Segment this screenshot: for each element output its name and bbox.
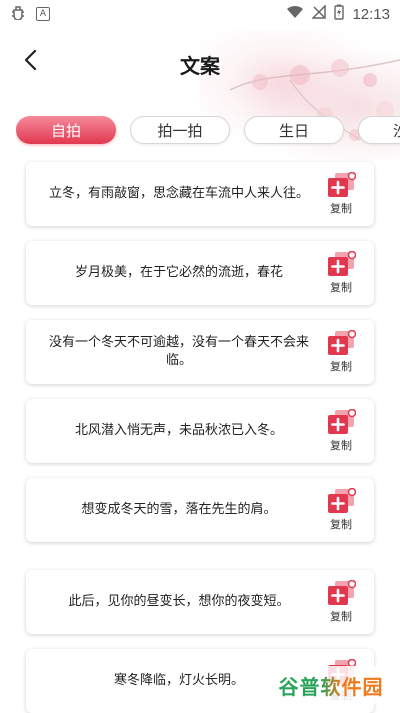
- caption-text: 立冬，有雨敲窗，思念藏在车流中人来人往。: [48, 186, 309, 201]
- caption-text: 此后，见你的昼变长，想你的夜变短。: [68, 594, 290, 609]
- caption-card: 立冬，有雨敲窗，思念藏在车流中人来人往。 复制: [26, 162, 374, 226]
- caption-text: 北风潜入悄无声，未品秋浓已入冬。: [74, 423, 283, 438]
- status-time: 12:13: [352, 5, 390, 23]
- copy-icon: [328, 488, 356, 513]
- caption-text: 岁月极美，在于它必然的流逝，春花: [74, 265, 283, 280]
- copy-icon: [328, 172, 356, 197]
- copy-button[interactable]: 复制: [324, 172, 358, 218]
- caption-card: 想变成冬天的雪，落在先生的肩。 复制: [26, 478, 374, 542]
- tab-funny[interactable]: 沙雕: [358, 116, 400, 144]
- copy-icon: [328, 409, 356, 434]
- watermark-text: 谷普软件园: [279, 671, 384, 700]
- caption-text: 没有一个冬天不可逾越，没有一个春天不会来临。: [48, 335, 309, 368]
- header: 文案: [0, 28, 400, 98]
- status-right: 12:13: [286, 4, 390, 24]
- caption-text: 想变成冬天的雪，落在先生的肩。: [81, 502, 277, 517]
- copy-icon: [328, 580, 356, 605]
- copy-label: 复制: [330, 439, 352, 452]
- tab-pat[interactable]: 拍一拍: [130, 116, 230, 144]
- copy-button[interactable]: 复制: [324, 488, 358, 534]
- caption-card: 此后，见你的昼变长，想你的夜变短。 复制: [26, 570, 374, 634]
- copy-label: 复制: [330, 281, 352, 294]
- page-title: 文案: [180, 54, 220, 78]
- copy-label: 复制: [330, 360, 352, 373]
- wifi-icon: [286, 5, 304, 23]
- caption-card: 岁月极美，在于它必然的流逝，春花 复制: [26, 241, 374, 305]
- copy-button[interactable]: 复制: [324, 409, 358, 455]
- status-left: A: [10, 4, 50, 24]
- no-signal-icon: [311, 4, 327, 23]
- status-bar: A 12:13: [0, 0, 400, 28]
- copy-icon: [328, 251, 356, 276]
- battery-charging-icon: [334, 4, 345, 24]
- caption-card: 没有一个冬天不可逾越，没有一个春天不会来临。 复制: [26, 320, 374, 384]
- copy-button[interactable]: 复制: [324, 251, 358, 297]
- bug-icon: [10, 4, 26, 24]
- copy-label: 复制: [330, 610, 352, 623]
- tab-birthday[interactable]: 生日: [244, 116, 344, 144]
- caption-card: 北风潜入悄无声，未品秋浓已入冬。 复制: [26, 399, 374, 463]
- copy-icon: [328, 330, 356, 355]
- copy-label: 复制: [330, 202, 352, 215]
- copy-button[interactable]: 复制: [324, 330, 358, 376]
- tab-selfie[interactable]: 自拍: [16, 116, 116, 144]
- watermark: 谷普软件园: [270, 666, 392, 704]
- category-tabs: 自拍 拍一拍 生日 沙雕: [16, 116, 400, 148]
- a-badge-icon: A: [36, 7, 50, 21]
- copy-label: 复制: [330, 518, 352, 531]
- copy-button[interactable]: 复制: [324, 580, 358, 626]
